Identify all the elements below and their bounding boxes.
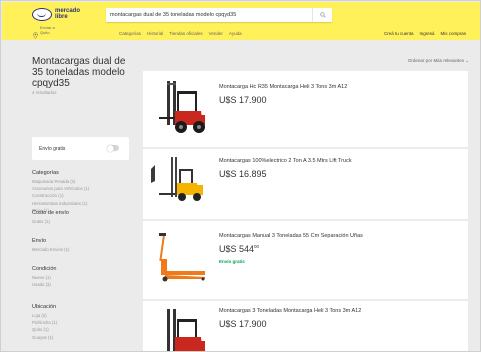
sort-dropdown[interactable]: Ordenar por Más relevantes ⌄ — [408, 58, 469, 64]
free-shipping-badge: Envío gratis — [219, 259, 245, 264]
chevron-down-icon: ⌄ — [465, 58, 469, 63]
search-bar — [106, 8, 332, 22]
facet-item[interactable]: Quito (1) — [32, 326, 132, 333]
facet-title: Costo de envío — [32, 210, 69, 216]
nav-help[interactable]: Ayuda — [229, 31, 242, 36]
facet-shipping-cost: Costo de envío Gratis (1) — [32, 210, 132, 225]
location-city: Quito — [40, 29, 50, 35]
price-cents: 00 — [254, 244, 260, 249]
nav-sell[interactable]: Vender — [209, 31, 223, 36]
result-item[interactable]: Montacargas 3 Toneladas Montacarga Heli … — [143, 301, 468, 352]
facet-shipping: Envío Mercado Envíos (1) — [32, 238, 132, 253]
result-item[interactable]: Montacargas 100%electrico 2 Ton A 3.5 Mt… — [143, 149, 468, 219]
facet-item[interactable]: Maquinaria Pesada (2) — [32, 178, 132, 185]
facet-item[interactable]: Accesorios para Vehículos (1) — [32, 185, 132, 192]
logo-text-line2: libre — [55, 14, 68, 20]
facet-item[interactable]: Mercado Envíos (1) — [32, 246, 132, 253]
facet-item[interactable]: Usado (3) — [32, 281, 132, 288]
results-count: 4 resultados — [32, 90, 57, 95]
facet-title: Envío — [32, 238, 47, 244]
product-price: U$S 54400 — [219, 244, 260, 254]
search-button[interactable] — [312, 8, 332, 22]
delivery-location[interactable]: Enviar a Quito — [33, 25, 55, 44]
product-title[interactable]: Montacarga Hc R35 Montacarga Heli 3 Tons… — [219, 84, 347, 90]
facet-item[interactable]: Herramientas Industriales (1) — [32, 200, 132, 207]
facet-item[interactable]: Gratis (1) — [32, 218, 132, 225]
nav-categories[interactable]: Categorías — [119, 31, 141, 36]
facet-categories: Categorías Maquinaria Pesada (2) Accesor… — [32, 170, 132, 214]
product-image[interactable] — [149, 77, 209, 139]
product-title[interactable]: Montacargas 100%electrico 2 Ton A 3.5 Mt… — [219, 158, 352, 164]
product-price: U$S 17.900 — [219, 95, 267, 105]
search-summary: Montacargas dual de 35 toneladas modelo … — [32, 56, 132, 95]
facet-item[interactable]: Loja (2) — [32, 312, 132, 319]
sort-label: Ordenar por — [407, 58, 433, 63]
product-price: U$S 17.900 — [219, 319, 267, 329]
handshake-logo-icon — [32, 7, 52, 21]
product-image[interactable] — [149, 307, 209, 352]
free-shipping-label: Envío gratis — [39, 146, 66, 152]
nav-official-stores[interactable]: Tiendas oficiales — [169, 31, 202, 36]
facet-condition: Condición Nuevo (1) Usado (3) — [32, 266, 132, 288]
product-image[interactable] — [149, 229, 209, 293]
mercadolibre-logo[interactable]: mercado libre — [32, 6, 80, 22]
sort-value: Más relevantes — [433, 58, 464, 63]
free-shipping-filter[interactable]: Envío gratis — [32, 137, 129, 160]
result-item[interactable]: Montacargas Manual 3 Toneladas 55 Cm Sep… — [143, 221, 468, 299]
browser-frame: mercado libre Enviar a Quito Categorías … — [0, 0, 481, 352]
product-image[interactable] — [149, 155, 209, 213]
product-title[interactable]: Montacargas 3 Toneladas Montacarga Heli … — [219, 308, 361, 314]
login-link[interactable]: Ingresá — [419, 31, 434, 36]
facet-title: Condición — [32, 266, 57, 272]
create-account-link[interactable]: Creá tu cuenta — [384, 31, 414, 36]
product-title[interactable]: Montacargas Manual 3 Toneladas 55 Cm Sep… — [219, 233, 363, 239]
location-pin-icon — [33, 26, 38, 44]
nav-history[interactable]: Historial — [147, 31, 163, 36]
facet-item[interactable]: Pichincha (1) — [32, 319, 132, 326]
facet-title: Categorías — [32, 170, 59, 176]
main-nav: Categorías Historial Tiendas oficiales V… — [119, 31, 242, 36]
toggle-knob — [107, 144, 114, 152]
free-shipping-toggle[interactable] — [107, 144, 119, 152]
page-title: Montacargas dual de 35 toneladas modelo … — [32, 56, 126, 89]
account-nav: Creá tu cuenta Ingresá Mis compras — [384, 31, 466, 36]
result-item[interactable]: Montacarga Hc R35 Montacarga Heli 3 Tons… — [143, 71, 468, 147]
my-purchases-link[interactable]: Mis compras — [440, 31, 466, 36]
search-input[interactable] — [110, 8, 310, 22]
facet-title: Ubicación — [32, 304, 57, 310]
facet-item[interactable]: Construcción (1) — [32, 192, 132, 199]
facet-item[interactable]: Guayas (1) — [32, 334, 132, 341]
product-price: U$S 16.895 — [219, 169, 267, 179]
facet-item[interactable]: Nuevo (1) — [32, 274, 132, 281]
search-icon — [319, 12, 326, 18]
facet-location: Ubicación Loja (2) Pichincha (1) Quito (… — [32, 304, 132, 341]
header: mercado libre Enviar a Quito Categorías … — [2, 2, 480, 40]
